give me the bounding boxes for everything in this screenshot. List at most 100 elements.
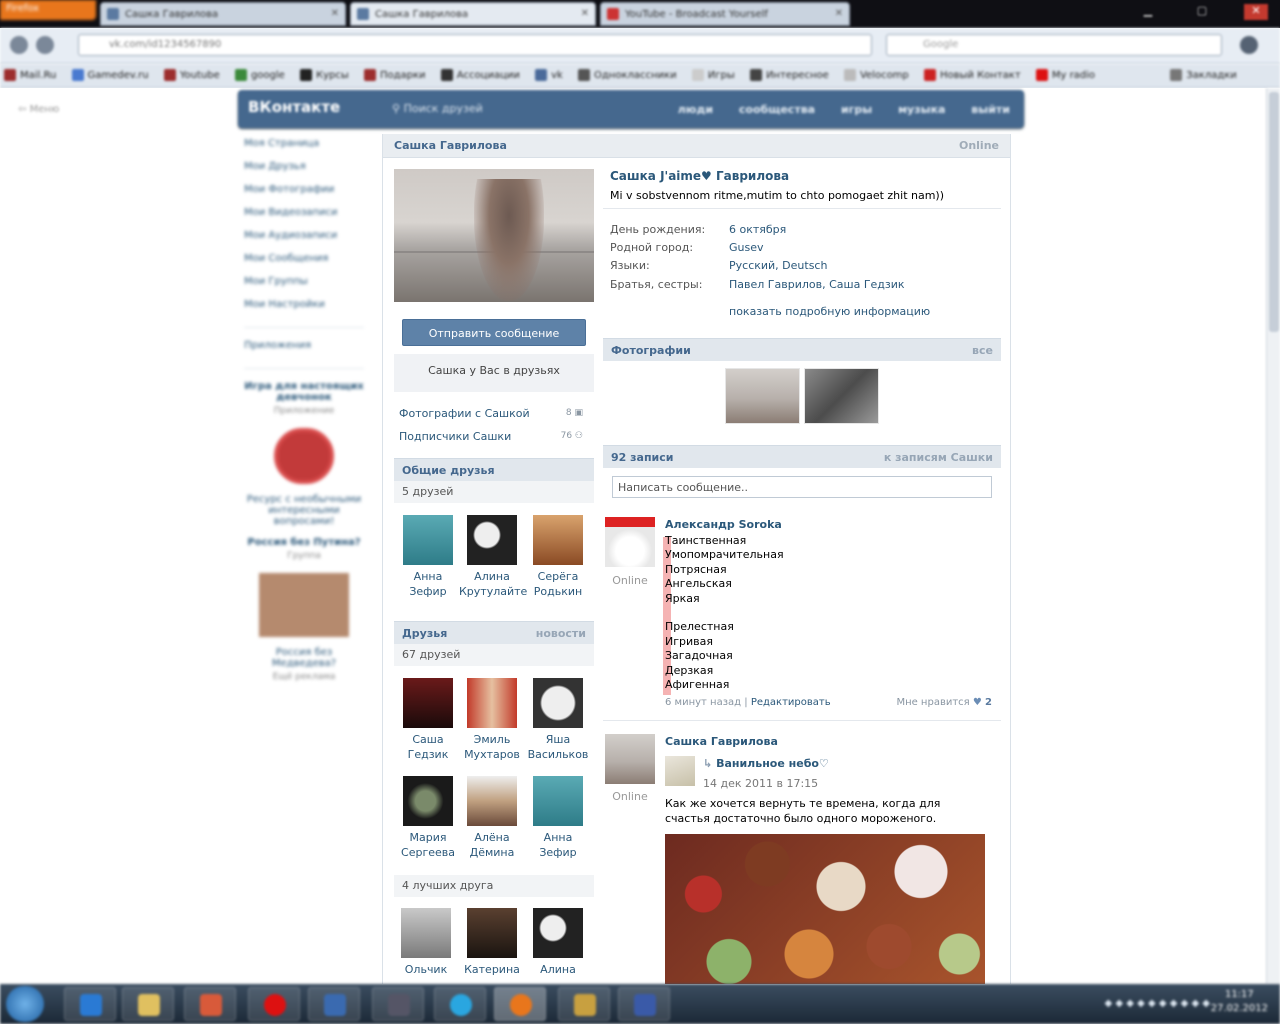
- bookmark-item[interactable]: Курсы: [300, 69, 349, 81]
- friend-card[interactable]: Алина Крутулайте: [459, 515, 527, 599]
- window-close-icon[interactable]: ✕: [1244, 4, 1268, 20]
- friend-card[interactable]: Ольчик: [393, 908, 459, 977]
- friend-card[interactable]: Яша Васильков: [525, 678, 591, 762]
- sidebar-item-my-page[interactable]: Моя Страница: [244, 138, 364, 161]
- info-hometown[interactable]: Gusev: [729, 241, 764, 254]
- taskbar-word-icon[interactable]: [618, 987, 670, 1021]
- taskbar-app-icon[interactable]: [558, 987, 610, 1021]
- ad-title[interactable]: Россия без Медведева?: [244, 647, 364, 669]
- header-link-logout[interactable]: выйти: [971, 103, 1010, 116]
- sidebar-item-photos[interactable]: Мои Фотографии: [244, 184, 364, 207]
- browser-tab[interactable]: YouTube - Broadcast Yourself ✕: [600, 2, 850, 26]
- taskbar-app-icon[interactable]: [372, 987, 424, 1021]
- bookmark-item[interactable]: Gamedev.ru: [71, 69, 149, 81]
- minimize-icon[interactable]: ▁: [1136, 4, 1160, 20]
- header-link-music[interactable]: музыка: [898, 103, 945, 116]
- profile-avatar[interactable]: [394, 169, 594, 302]
- followers-link[interactable]: Подписчики Сашки: [399, 430, 511, 443]
- sidebar-item-videos[interactable]: Мои Видеозаписи: [244, 207, 364, 230]
- bookmarks-menu[interactable]: Закладки: [1170, 69, 1237, 81]
- repost-source-avatar[interactable]: [665, 756, 695, 786]
- photos-with-link[interactable]: Фотографии с Сашкой: [399, 407, 530, 420]
- scrollbar-thumb[interactable]: [1269, 92, 1279, 332]
- close-icon[interactable]: ✕: [835, 8, 843, 19]
- browser-tab-active[interactable]: Сашка Гаврилова ✕: [350, 2, 596, 26]
- to-posts-link[interactable]: к записям Сашки: [884, 451, 993, 464]
- sidebar-item-settings[interactable]: Мои Настройки: [244, 299, 364, 322]
- taskbar-opera-icon[interactable]: [248, 987, 300, 1021]
- sidebar-item-audio[interactable]: Мои Аудиозаписи: [244, 230, 364, 253]
- photo-thumbnail[interactable]: [804, 368, 879, 424]
- ad-title[interactable]: Ресурс с необычными интересными вопросам…: [244, 494, 364, 527]
- home-icon[interactable]: [1240, 36, 1258, 54]
- bookmark-item[interactable]: Интересное: [749, 69, 829, 81]
- page-scrollbar[interactable]: [1266, 88, 1280, 984]
- post-author-avatar[interactable]: [605, 734, 655, 784]
- photos-header[interactable]: Фотографии все: [603, 338, 1001, 361]
- edit-post-link[interactable]: Редактировать: [751, 697, 831, 708]
- info-siblings[interactable]: Павел Гаврилов, Саша Гедзик: [729, 278, 905, 291]
- friend-card[interactable]: Алёна Дёмина: [459, 776, 525, 860]
- photos-all-link[interactable]: все: [972, 344, 993, 357]
- friend-card[interactable]: Саша Гедзик: [395, 678, 461, 762]
- taskbar-ie-icon[interactable]: [64, 987, 116, 1021]
- common-friends-header[interactable]: Общие друзья: [394, 458, 594, 481]
- vk-logo[interactable]: ВКонтакте: [248, 98, 340, 116]
- firefox-menu-button[interactable]: Firefox: [0, 0, 96, 20]
- post-time[interactable]: 6 минут назад: [665, 697, 741, 708]
- friend-card[interactable]: Анна Зефир: [525, 776, 591, 860]
- browser-tab[interactable]: Сашка Гаврилова ✕: [100, 2, 346, 26]
- wall-message-input[interactable]: Написать сообщение..: [612, 476, 992, 498]
- close-icon[interactable]: ✕: [581, 8, 589, 19]
- show-more-info-link[interactable]: показать подробную информацию: [729, 305, 930, 318]
- close-icon[interactable]: ✕: [331, 8, 339, 19]
- ad-image[interactable]: [274, 428, 334, 484]
- info-birthday[interactable]: 6 октября: [729, 223, 786, 236]
- info-languages[interactable]: Русский, Deutsch: [729, 259, 827, 272]
- header-link-communities[interactable]: сообщества: [739, 103, 815, 116]
- friends-news-link[interactable]: новости: [536, 627, 586, 640]
- bookmark-item[interactable]: Одноклассники: [578, 69, 677, 81]
- send-message-button[interactable]: Отправить сообщение: [402, 319, 586, 346]
- post-author-name[interactable]: Александр Soroka: [665, 518, 782, 531]
- sidebar-item-friends[interactable]: Мои Друзья: [244, 161, 364, 184]
- taskbar-media-icon[interactable]: [184, 987, 236, 1021]
- start-button[interactable]: [6, 986, 44, 1022]
- bookmark-item[interactable]: Подарки: [363, 69, 426, 81]
- friend-card[interactable]: Мария Сергеева: [395, 776, 461, 860]
- taskbar-app-icon[interactable]: [308, 987, 360, 1021]
- sidebar-item-groups[interactable]: Мои Группы: [244, 276, 364, 299]
- like-button[interactable]: Мне нравится ♥ 2: [896, 697, 992, 708]
- post-author-avatar[interactable]: [605, 517, 655, 567]
- bookmark-item[interactable]: Velocomp: [843, 69, 909, 81]
- repost-source-name[interactable]: ↳ Ванильное небо♡: [703, 757, 829, 770]
- friend-card[interactable]: Катерина: [459, 908, 525, 977]
- ads-more-link[interactable]: Ещё реклама: [244, 672, 364, 682]
- sidebar-item-messages[interactable]: Мои Сообщения: [244, 253, 364, 276]
- taskbar-skype-icon[interactable]: [434, 987, 486, 1021]
- bookmark-item[interactable]: Mail.Ru: [4, 69, 56, 81]
- post-image[interactable]: [665, 834, 985, 984]
- bookmark-item[interactable]: Youtube: [163, 69, 220, 81]
- forward-icon[interactable]: [36, 36, 54, 54]
- friend-card[interactable]: Серёга Родькин: [525, 515, 591, 599]
- ad-title[interactable]: Россия без Путина?: [244, 537, 364, 548]
- sidebar-item-apps[interactable]: Приложения: [244, 340, 364, 363]
- menu-toggle[interactable]: ⇦ Меню: [18, 104, 59, 115]
- back-icon[interactable]: [10, 36, 28, 54]
- bookmark-item[interactable]: Новый Контакт: [923, 69, 1021, 81]
- photo-thumbnail[interactable]: [725, 368, 800, 424]
- ad-image[interactable]: [259, 573, 349, 637]
- bookmark-item[interactable]: Игры: [691, 69, 735, 81]
- ad-title[interactable]: Игра для настоящих девчонок: [244, 381, 364, 403]
- search-input[interactable]: Google: [886, 34, 1222, 56]
- friend-search[interactable]: ⚲ Поиск друзей: [392, 102, 483, 115]
- friend-card[interactable]: Эмиль Мухтаров: [459, 678, 525, 762]
- taskbar-firefox-icon[interactable]: [494, 987, 546, 1021]
- address-bar[interactable]: vk.com/id1234567890: [78, 34, 872, 56]
- maximize-icon[interactable]: ▢: [1190, 4, 1214, 20]
- post-author-name[interactable]: Сашка Гаврилова: [665, 735, 778, 748]
- friend-card[interactable]: Анна Зефир: [395, 515, 461, 599]
- bookmark-item[interactable]: google: [234, 69, 285, 81]
- friend-card[interactable]: Алина: [525, 908, 591, 977]
